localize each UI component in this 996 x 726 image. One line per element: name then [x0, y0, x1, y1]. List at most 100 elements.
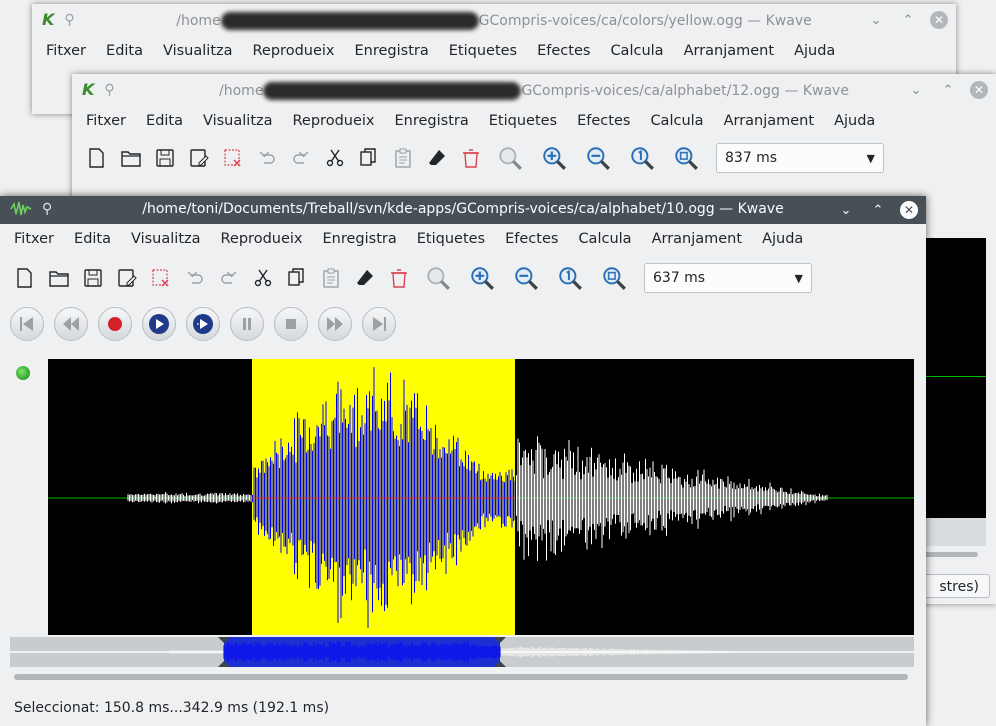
menu-edita[interactable]: Edita: [136, 113, 193, 129]
menu-arranjament[interactable]: Arranjament: [714, 113, 825, 129]
close-file-icon[interactable]: [144, 261, 178, 295]
delete-icon[interactable]: [382, 261, 416, 295]
maximize-icon[interactable]: ⌃: [898, 10, 918, 30]
menu-fitxer[interactable]: Fitxer: [76, 113, 136, 129]
undo-icon[interactable]: [250, 141, 284, 175]
menu-arranjament[interactable]: Arranjament: [642, 231, 753, 247]
new-file-icon[interactable]: [80, 141, 114, 175]
menu-edita[interactable]: Edita: [96, 43, 153, 59]
forward-icon[interactable]: [318, 307, 352, 341]
close-icon[interactable]: ✕: [970, 81, 988, 99]
zoom-original-icon[interactable]: [620, 141, 664, 175]
partial-button-label: stres): [939, 579, 979, 595]
close-icon[interactable]: ✕: [900, 201, 918, 219]
menu-arranjament[interactable]: Arranjament: [674, 43, 785, 59]
rewind-start-icon[interactable]: [10, 307, 44, 341]
open-folder-icon[interactable]: [42, 261, 76, 295]
zoom-original-icon[interactable]: [548, 261, 592, 295]
forward-end-icon[interactable]: [362, 307, 396, 341]
minimize-icon[interactable]: ⌄: [836, 200, 856, 220]
menu-edita[interactable]: Edita: [64, 231, 121, 247]
zoom-all-icon[interactable]: [592, 261, 636, 295]
menu-enregistra[interactable]: Enregistra: [385, 113, 479, 129]
paste-icon[interactable]: [314, 261, 348, 295]
delete-icon[interactable]: [454, 141, 488, 175]
chevron-down-icon: ▼: [866, 151, 875, 165]
horizontal-scrollbar[interactable]: [14, 674, 908, 680]
minimize-icon[interactable]: ⌄: [906, 80, 926, 100]
play-icon[interactable]: [142, 307, 176, 341]
window-title: /home/toni/Documents/Treball/svn/kde-app…: [142, 201, 784, 217]
new-file-icon[interactable]: [8, 261, 42, 295]
cut-icon[interactable]: [318, 141, 352, 175]
signal-view[interactable]: [48, 359, 914, 635]
menu-ajuda[interactable]: Ajuda: [752, 231, 813, 247]
paste-icon[interactable]: [386, 141, 420, 175]
record-icon[interactable]: [98, 307, 132, 341]
playback-toolbar: [0, 302, 926, 346]
erase-icon[interactable]: [420, 141, 454, 175]
undo-icon[interactable]: [178, 261, 212, 295]
erase-icon[interactable]: [348, 261, 382, 295]
zoom-selection-icon[interactable]: [416, 261, 460, 295]
menu-efectes[interactable]: Efectes: [495, 231, 568, 247]
zoom-selection-icon[interactable]: [488, 141, 532, 175]
menu-visualitza[interactable]: Visualitza: [121, 231, 211, 247]
redo-icon[interactable]: [212, 261, 246, 295]
maximize-icon[interactable]: ⌃: [868, 200, 888, 220]
menu-fitxer[interactable]: Fitxer: [36, 43, 96, 59]
zoom-select[interactable]: 837 ms ▼: [716, 143, 884, 173]
copy-icon[interactable]: [280, 261, 314, 295]
copy-icon[interactable]: [352, 141, 386, 175]
menu-efectes[interactable]: Efectes: [527, 43, 600, 59]
rewind-icon[interactable]: [54, 307, 88, 341]
minimize-icon[interactable]: ⌄: [866, 10, 886, 30]
menu-reprodueix[interactable]: Reprodueix: [211, 231, 313, 247]
zoom-out-icon[interactable]: [576, 141, 620, 175]
menu-calcula[interactable]: Calcula: [568, 231, 641, 247]
zoom-all-icon[interactable]: [664, 141, 708, 175]
menu-calcula[interactable]: Calcula: [600, 43, 673, 59]
menu-ajuda[interactable]: Ajuda: [784, 43, 845, 59]
zoom-select[interactable]: 637 ms ▼: [644, 263, 812, 293]
status-bar: Seleccionat: 150.8 ms...342.9 ms (192.1 …: [14, 700, 330, 716]
menu-fitxer[interactable]: Fitxer: [4, 231, 64, 247]
menu-reprodueix[interactable]: Reprodueix: [243, 43, 345, 59]
loop-icon[interactable]: [186, 307, 220, 341]
cut-icon[interactable]: [246, 261, 280, 295]
save-as-icon[interactable]: [182, 141, 216, 175]
save-icon[interactable]: [76, 261, 110, 295]
scrollbar-remnant[interactable]: [924, 552, 978, 557]
menu-etiquetes[interactable]: Etiquetes: [479, 113, 567, 129]
stop-icon[interactable]: [274, 307, 308, 341]
menu-enregistra[interactable]: Enregistra: [313, 231, 407, 247]
menu-reprodueix[interactable]: Reprodueix: [283, 113, 385, 129]
titlebar[interactable]: K ⚲ /home GCompris-voices/ca/alphabet/12.…: [72, 74, 996, 106]
save-as-icon[interactable]: [110, 261, 144, 295]
zoom-out-icon[interactable]: [504, 261, 548, 295]
menu-calcula[interactable]: Calcula: [640, 113, 713, 129]
zoom-in-icon[interactable]: [460, 261, 504, 295]
zoom-in-icon[interactable]: [532, 141, 576, 175]
save-icon[interactable]: [148, 141, 182, 175]
titlebar[interactable]: K ⚲ /home GCompris-voices/ca/colors/yello…: [32, 4, 956, 36]
menu-visualitza[interactable]: Visualitza: [193, 113, 283, 129]
menu-etiquetes[interactable]: Etiquetes: [407, 231, 495, 247]
redo-icon[interactable]: [284, 141, 318, 175]
open-folder-icon[interactable]: [114, 141, 148, 175]
menu-etiquetes[interactable]: Etiquetes: [439, 43, 527, 59]
signal-view-remnant: [924, 238, 986, 518]
window-title: /home GCompris-voices/ca/colors/yellow.og…: [176, 12, 812, 30]
overview-bar[interactable]: [10, 637, 914, 667]
maximize-icon[interactable]: ⌃: [938, 80, 958, 100]
channel-led[interactable]: [16, 366, 30, 380]
menu-efectes[interactable]: Efectes: [567, 113, 640, 129]
menu-enregistra[interactable]: Enregistra: [345, 43, 439, 59]
toolbar: 837 ms ▼: [72, 138, 996, 178]
close-file-icon[interactable]: [216, 141, 250, 175]
close-icon[interactable]: ✕: [930, 11, 948, 29]
menu-visualitza[interactable]: Visualitza: [153, 43, 243, 59]
titlebar[interactable]: ⚲ /home/toni/Documents/Treball/svn/kde-a…: [0, 196, 926, 224]
menu-ajuda[interactable]: Ajuda: [824, 113, 885, 129]
pause-icon[interactable]: [230, 307, 264, 341]
